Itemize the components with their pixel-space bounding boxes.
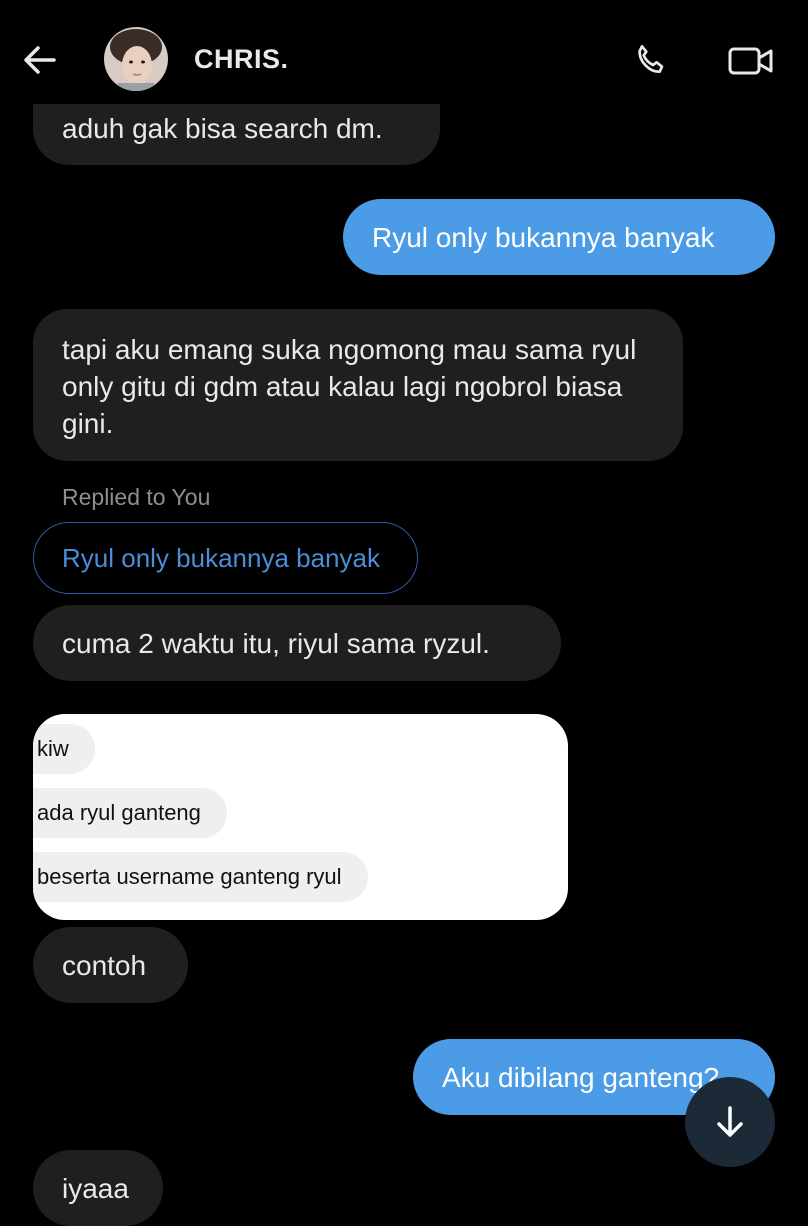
- video-call-button[interactable]: [724, 38, 778, 84]
- message-bubble-incoming[interactable]: tapi aku emang suka ngomong mau sama ryu…: [33, 309, 683, 461]
- screenshot-message: beserta username ganteng ryul: [33, 852, 368, 902]
- message-bubble-incoming[interactable]: cuma 2 waktu itu, riyul sama ryzul.: [33, 605, 561, 681]
- arrow-down-icon: [717, 1106, 743, 1137]
- chat-header: CHRIS.: [0, 0, 808, 104]
- screenshot-message: kiw: [33, 724, 95, 774]
- message-bubble-incoming[interactable]: iyaaa: [33, 1150, 163, 1226]
- quoted-reply[interactable]: Ryul only bukannya banyak: [33, 522, 418, 594]
- replied-to-label: Replied to You: [62, 484, 211, 510]
- image-attachment[interactable]: kiw ada ryul ganteng beserta username ga…: [33, 714, 568, 920]
- arrow-left-icon: [24, 46, 56, 74]
- avatar[interactable]: [104, 27, 168, 91]
- back-button[interactable]: [16, 36, 64, 84]
- video-camera-icon: [728, 47, 773, 75]
- message-bubble-outgoing[interactable]: Ryul only bukannya banyak: [343, 199, 775, 275]
- screenshot-message: ada ryul ganteng: [33, 788, 227, 838]
- message-bubble-incoming[interactable]: contoh: [33, 927, 188, 1003]
- scroll-to-bottom-button[interactable]: [685, 1077, 775, 1167]
- contact-name[interactable]: CHRIS.: [194, 44, 289, 75]
- phone-icon: [638, 45, 664, 73]
- call-button[interactable]: [626, 38, 676, 84]
